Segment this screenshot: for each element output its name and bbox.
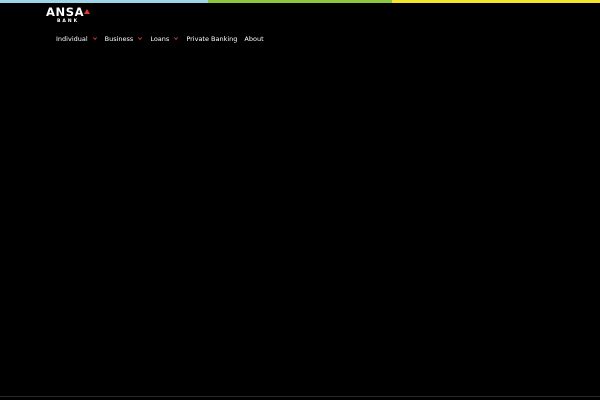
main-navigation: Individual Business Loans Private Bankin… [56, 33, 264, 44]
chevron-down-icon [138, 37, 143, 40]
nav-item-about[interactable]: About [244, 35, 263, 43]
logo-accent-triangle-icon [84, 9, 90, 14]
nav-item-individual[interactable]: Individual [56, 35, 97, 43]
top-bar-green-segment [208, 0, 392, 3]
ansa-bank-logo[interactable]: ANSA BANK [46, 6, 96, 26]
nav-item-label: Individual [56, 34, 88, 43]
page-bottom-divider [0, 396, 600, 397]
top-bar-blue-segment [0, 0, 208, 3]
nav-item-label: About [244, 34, 264, 43]
chevron-down-icon [92, 37, 97, 40]
nav-item-private-banking[interactable]: Private Banking [186, 35, 237, 43]
nav-item-business[interactable]: Business [105, 35, 143, 43]
nav-item-label: Loans [150, 34, 170, 43]
logo-subtitle: BANK [57, 19, 80, 24]
logo-wordmark: ANSA [46, 5, 85, 19]
chevron-down-icon [174, 37, 179, 40]
top-bar-yellow-segment [392, 0, 600, 3]
nav-item-label: Business [104, 34, 134, 43]
nav-item-loans[interactable]: Loans [150, 34, 179, 43]
top-color-bar [0, 0, 600, 3]
nav-item-label: Private Banking [186, 34, 238, 43]
